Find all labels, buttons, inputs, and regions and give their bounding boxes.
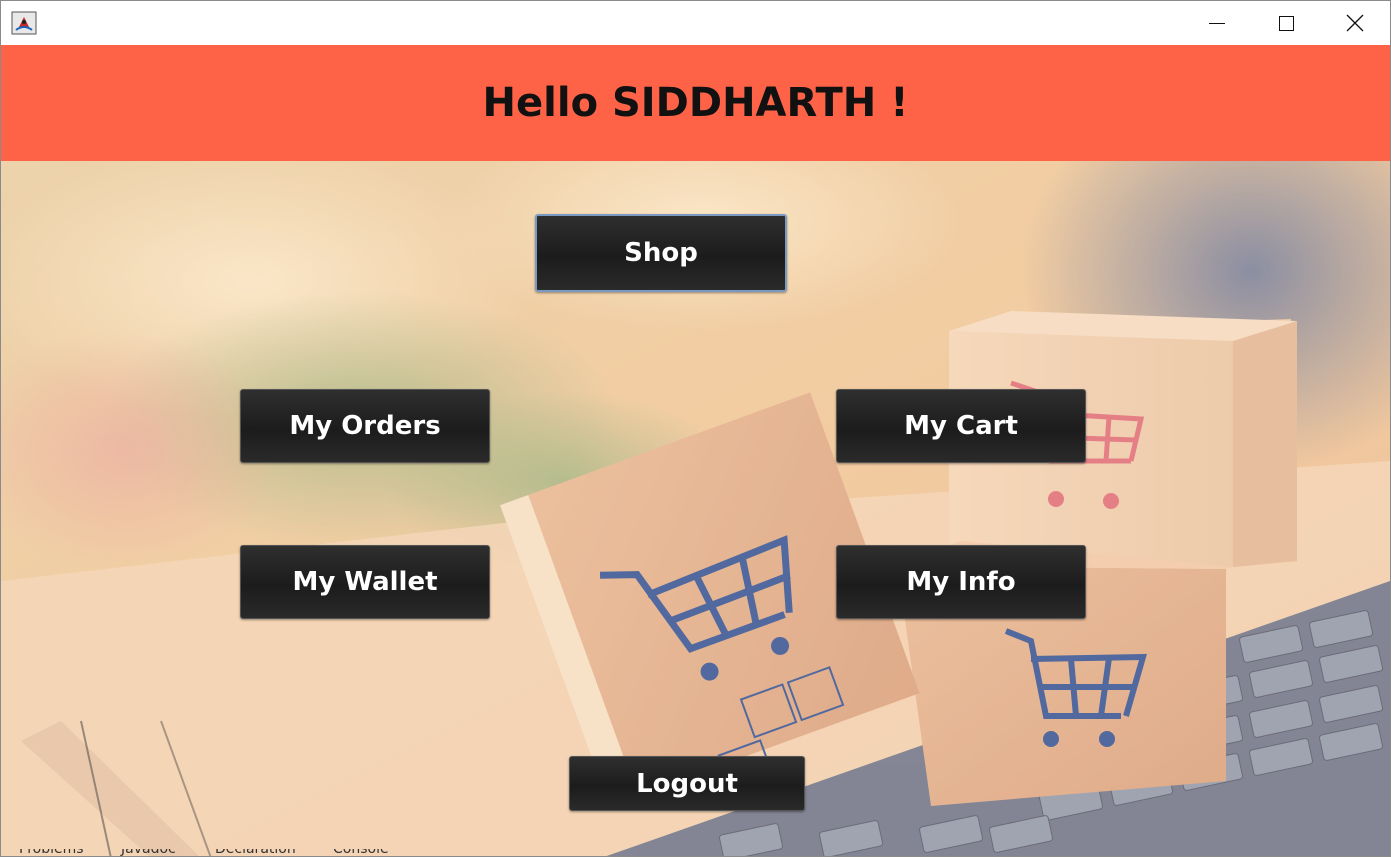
- logout-button[interactable]: Logout: [569, 756, 805, 811]
- minimize-icon: [1209, 22, 1225, 24]
- my-wallet-button[interactable]: My Wallet: [240, 545, 490, 619]
- minimize-button[interactable]: [1184, 1, 1250, 45]
- java-app-icon: [11, 11, 37, 35]
- ide-tab-javadoc[interactable]: Javadoc: [121, 849, 176, 856]
- my-orders-button[interactable]: My Orders: [240, 389, 490, 463]
- close-button[interactable]: [1322, 1, 1388, 45]
- ide-tab-strip: Problems Javadoc Declaration Console: [1, 849, 1390, 856]
- my-info-button[interactable]: My Info: [836, 545, 1086, 619]
- app-window: Hello SIDDHARTH ! Shop My Orders My Cart…: [0, 0, 1391, 857]
- close-icon: [1346, 14, 1364, 32]
- shop-button[interactable]: Shop: [535, 214, 787, 292]
- ide-tab-declaration[interactable]: Declaration: [215, 849, 296, 856]
- maximize-button[interactable]: [1253, 1, 1319, 45]
- maximize-icon: [1278, 15, 1294, 31]
- ide-tab-problems[interactable]: Problems: [19, 849, 84, 856]
- greeting-text: Hello SIDDHARTH !: [482, 80, 909, 126]
- ide-tab-console[interactable]: Console: [333, 849, 389, 856]
- greeting-banner: Hello SIDDHARTH !: [1, 45, 1390, 161]
- title-bar[interactable]: [1, 1, 1390, 45]
- my-cart-button[interactable]: My Cart: [836, 389, 1086, 463]
